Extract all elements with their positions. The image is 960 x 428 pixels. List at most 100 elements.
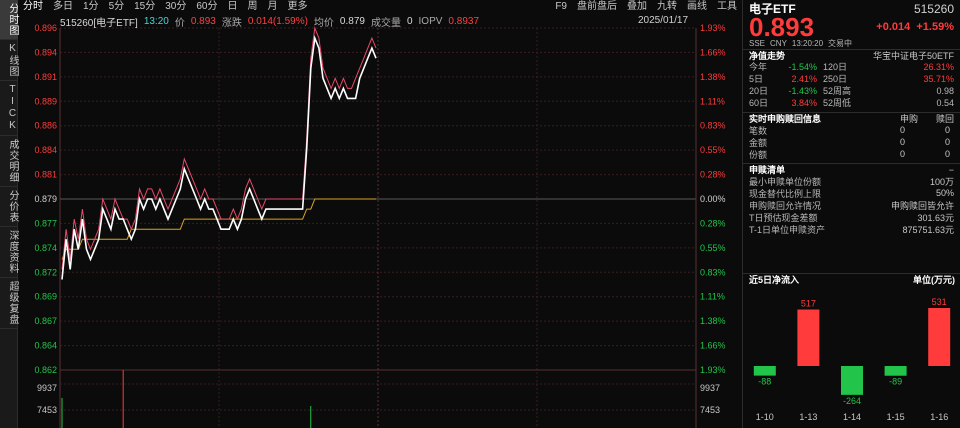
pct-tick: 0.28%	[700, 218, 726, 228]
pct-tick: 1.38%	[700, 316, 726, 326]
inflow-date: 1-14	[843, 412, 861, 422]
volume-tick: 7453	[37, 405, 57, 415]
stat-l1: 20日	[749, 86, 769, 96]
exchange: SSE	[749, 39, 766, 48]
fund-change-pct: +1.59%	[916, 21, 954, 33]
pct-tick: 0.55%	[700, 145, 726, 155]
side-tab-1[interactable]: K线图	[0, 40, 18, 81]
rt-row: 笔数 0 0	[743, 124, 960, 136]
inflow-date: 1-16	[930, 412, 948, 422]
fund-change: +0.014	[876, 21, 911, 33]
list-collapse-icon[interactable]: −	[949, 165, 954, 175]
tool-button-3[interactable]: 九转	[652, 0, 682, 14]
period-tab-0[interactable]: 分时	[18, 0, 48, 14]
rt-subscribe: 0	[899, 125, 905, 135]
chart-code-name: 515260[电子ETF]	[60, 17, 138, 29]
side-tab-5[interactable]: 深度资料	[0, 227, 18, 278]
fund-code: 515260	[913, 1, 954, 16]
avg-value: 0.879	[339, 15, 365, 27]
price-value: 0.893	[190, 15, 216, 27]
price-tick: 0.864	[34, 341, 57, 351]
pct-tick: 1.11%	[700, 96, 725, 106]
price-tick: 0.874	[34, 243, 57, 253]
list-label: T-1日单位申赎资产	[749, 224, 826, 235]
period-tab-6[interactable]: 60分	[191, 0, 222, 14]
rt-row: 金额 0 0	[743, 136, 960, 148]
price-tick: 0.896	[34, 23, 57, 33]
chart-info-bar: 515260[电子ETF] 13:20 价 0.893 涨跌 0.014(1.5…	[60, 14, 485, 29]
volume-tick-right: 9937	[700, 383, 720, 393]
rt-subscribe: 0	[899, 149, 905, 159]
price-tick: 0.879	[34, 194, 57, 204]
volume-value: 0	[406, 15, 413, 27]
iopv-label: IOPV	[418, 15, 443, 27]
rt-redeem: 0	[944, 137, 950, 147]
rt-label: 份额	[749, 149, 768, 160]
fund-price: 0.893	[749, 12, 815, 42]
pct-tick: 0.00%	[700, 194, 726, 204]
period-tab-1[interactable]: 多日	[48, 0, 78, 14]
period-tab-3[interactable]: 5分	[104, 0, 130, 14]
rt-table: 笔数 0 0 金额 0 0 份额 0 0	[743, 124, 960, 160]
price-tick: 0.891	[34, 72, 57, 82]
inflow-value: 531	[932, 297, 947, 307]
side-tab-2[interactable]: TICK	[0, 81, 18, 136]
period-tab-9[interactable]: 月	[263, 0, 283, 14]
pct-tick: 0.83%	[700, 121, 726, 131]
side-tab-0[interactable]: 分时图	[0, 0, 18, 40]
stat-l1: 今年	[749, 62, 768, 72]
pct-tick: 0.83%	[700, 267, 726, 277]
price-tick: 0.894	[34, 47, 57, 57]
fund-info-panel: 电子ETF 515260 0.893 +0.014 +1.59% SSE CNY…	[742, 0, 960, 428]
tool-button-0[interactable]: F9	[550, 0, 572, 14]
tool-button-5[interactable]: 工具	[712, 0, 742, 14]
price-line	[61, 35, 377, 280]
pct-tick: 1.93%	[700, 23, 726, 33]
stat-l2: 52周高	[823, 86, 852, 96]
pct-tick: 0.55%	[700, 243, 726, 253]
period-tab-4[interactable]: 15分	[129, 0, 160, 14]
quote-time: 13:20:20	[791, 39, 824, 48]
stat-v1: -1.43%	[788, 86, 817, 96]
rt-redeem: 0	[944, 125, 950, 135]
chart-toolbar: 分时 多日 1分 5分 15分 30分 60分日周月更多 F9 盘前盘后 叠加 九转 画线 工具	[18, 0, 742, 14]
side-tab-3[interactable]: 成交明细	[0, 136, 18, 187]
rt-subscribe: 0	[899, 137, 905, 147]
price-tick: 0.862	[34, 365, 57, 375]
stat-l2: 120日	[823, 62, 848, 72]
avg-label: 均价	[313, 17, 334, 29]
tool-button-2[interactable]: 叠加	[622, 0, 652, 14]
side-tab-6[interactable]: 超级复盘	[0, 278, 18, 329]
tool-button-1[interactable]: 盘前盘后	[572, 0, 622, 14]
creation-list: 最小申赎单位份额 100万 现金替代比例上限 50% 申购赎回允许情况 申购赎回皆允许 T日…	[743, 175, 960, 235]
volume-label: 成交量	[370, 17, 401, 29]
side-tab-bar: 分时图 K线图 TICK 成交明细 分价表 深度资料 超级复盘	[0, 0, 18, 428]
list-value: 875751.63元	[902, 224, 954, 235]
pct-tick: 1.38%	[700, 72, 726, 82]
chart-canvas[interactable]: 0.896 0.894 0.891 0.889 0.886 0.884 0.881 0.879…	[18, 14, 742, 428]
trade-status: 交易中	[828, 39, 853, 48]
tool-button-4[interactable]: 画线	[682, 0, 712, 14]
period-tab-5[interactable]: 30分	[160, 0, 191, 14]
period-tab-2[interactable]: 1分	[78, 0, 104, 14]
stat-row: 今年 -1.54% 120日 26.31%	[743, 61, 960, 73]
inflow-bar	[797, 309, 820, 366]
iopv-value: 0.8937	[448, 15, 480, 27]
inflow-bar	[753, 366, 776, 376]
price-tick: 0.884	[34, 145, 57, 155]
rt-redeem: 0	[944, 149, 950, 159]
performance-stats: 今年 -1.54% 120日 26.31% 5日 2.41% 250日 35.71% 20日 -1…	[743, 61, 960, 109]
period-tab-10[interactable]: 更多	[283, 0, 313, 14]
pct-tick: 1.11%	[700, 292, 725, 302]
list-row: T日预估现金差额 301.63元	[743, 211, 960, 223]
chart-grid	[59, 27, 697, 428]
volume-tick: 9937	[37, 383, 57, 393]
price-tick: 0.889	[34, 96, 57, 106]
stat-v1: 2.41%	[791, 74, 817, 84]
period-tab-7[interactable]: 日	[223, 0, 243, 14]
intraday-chart[interactable]: 0.896 0.894 0.891 0.889 0.886 0.884 0.881 0.879…	[18, 14, 742, 428]
inflow-bar	[841, 366, 863, 395]
side-tab-4[interactable]: 分价表	[0, 187, 18, 227]
pct-tick: 1.66%	[700, 47, 726, 57]
period-tab-8[interactable]: 周	[243, 0, 263, 14]
